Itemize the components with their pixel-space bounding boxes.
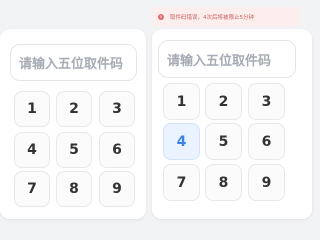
key-8[interactable]: 8 bbox=[205, 164, 242, 201]
key-7[interactable]: 7 bbox=[163, 164, 200, 201]
pickup-code-input[interactable]: 请输入五位取件码 bbox=[10, 44, 137, 81]
key-9[interactable]: 9 bbox=[99, 171, 135, 207]
key-2[interactable]: 2 bbox=[205, 83, 242, 120]
key-4-active[interactable]: 4 bbox=[163, 123, 200, 160]
key-3[interactable]: 3 bbox=[248, 83, 285, 120]
key-5[interactable]: 5 bbox=[205, 123, 242, 160]
key-6[interactable]: 6 bbox=[248, 123, 285, 160]
pickup-code-panel-left: 请输入五位取件码 1 2 3 4 5 6 7 8 9 bbox=[0, 29, 146, 219]
key-6[interactable]: 6 bbox=[99, 132, 135, 168]
key-1[interactable]: 1 bbox=[163, 83, 200, 120]
key-7[interactable]: 7 bbox=[14, 171, 50, 207]
key-8[interactable]: 8 bbox=[56, 171, 92, 207]
key-5[interactable]: 5 bbox=[56, 132, 92, 168]
pickup-code-panel-right: 请输入五位取件码 1 2 3 4 5 6 7 8 9 bbox=[152, 29, 312, 219]
pickup-code-input[interactable]: 请输入五位取件码 bbox=[158, 40, 296, 78]
key-2[interactable]: 2 bbox=[56, 91, 92, 127]
key-3[interactable]: 3 bbox=[99, 91, 135, 127]
key-9[interactable]: 9 bbox=[248, 164, 285, 201]
error-toast-text: 取件码错误，4次后将被限止5分钟 bbox=[170, 14, 254, 21]
key-4[interactable]: 4 bbox=[14, 132, 50, 168]
key-1[interactable]: 1 bbox=[14, 91, 50, 127]
error-icon: × bbox=[158, 13, 164, 20]
error-toast: × 取件码错误，4次后将被限止5分钟 bbox=[152, 7, 300, 26]
